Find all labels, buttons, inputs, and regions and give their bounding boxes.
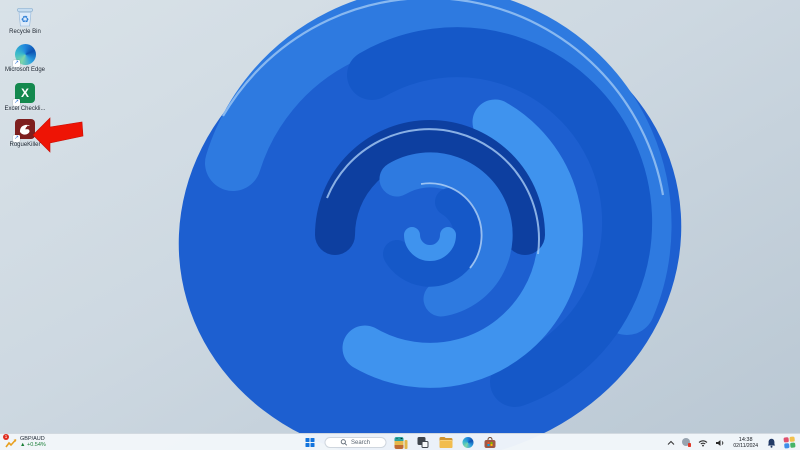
copilot-button[interactable] [782,435,796,450]
stocks-chart-icon: 1 [3,433,17,448]
volume-button[interactable] [714,435,726,450]
start-button[interactable] [303,435,318,450]
desktop-icon-excel-checklist[interactable]: X ↗ Excel Checkli... [2,82,48,113]
taskbar: 1 GBP/AUD ▲ +0.54% Search 14:38 02/11/20… [0,433,800,450]
notification-bell-icon [767,438,775,448]
desktop-icon-microsoft-edge[interactable]: ↗ Microsoft Edge [2,44,48,74]
edge-browser-icon [462,436,474,449]
network-button[interactable] [697,435,709,450]
desktop-icon-recycle-bin[interactable]: ♻ Recycle Bin [2,6,48,36]
file-explorer-button[interactable] [438,435,454,450]
widget-badge: 1 [3,433,9,440]
chevron-up-icon [667,440,675,445]
search-icon [341,439,348,446]
copilot-icon [782,436,795,449]
tray-app-alert-icon [682,438,692,447]
widgets-button[interactable]: 1 GBP/AUD ▲ +0.54% [3,433,46,449]
shortcut-arrow-icon: ↗ [13,99,20,106]
tray-app-alert-button[interactable] [681,435,692,450]
svg-text:♻: ♻ [21,15,30,26]
pinned-app-mask-button[interactable] [394,435,409,450]
edge-browser-icon: ↗ [13,44,36,67]
volume-icon [716,439,724,446]
file-explorer-icon [439,437,452,448]
microsoft-store-button[interactable] [483,435,498,450]
clock-button[interactable]: 14:38 02/11/2024 [731,435,760,450]
desktop-icon-label: Recycle Bin [9,29,41,35]
mask-app-icon [394,436,408,449]
task-view-icon [417,437,429,448]
excel-icon: X ↗ [13,83,36,106]
trend-up-icon: ▲ [20,441,26,448]
wallpaper-bloom-image [178,0,682,450]
recycle-bin-icon: ♻ [14,6,36,28]
edge-browser-button[interactable] [461,435,476,450]
stock-change-label: ▲ +0.54% [20,441,46,448]
desktop-icon-label: Microsoft Edge [4,67,46,73]
search-placeholder-label: Search [350,439,370,446]
notification-bell-button[interactable] [765,435,777,450]
tray-chevron-button[interactable] [665,435,676,450]
windows-desktop: ♻ Recycle Bin ↗ Microsoft Edge X ↗ Excel… [0,0,800,450]
shortcut-arrow-icon: ↗ [13,135,20,142]
wifi-icon [699,439,708,446]
microsoft-store-icon [484,436,496,449]
clock-date: 02/11/2024 [733,442,758,449]
red-arrow-annotation-icon [32,117,84,153]
task-view-button[interactable] [416,435,431,450]
shortcut-arrow-icon: ↗ [13,60,20,67]
search-box[interactable]: Search [324,436,387,449]
windows-start-icon [305,437,315,448]
